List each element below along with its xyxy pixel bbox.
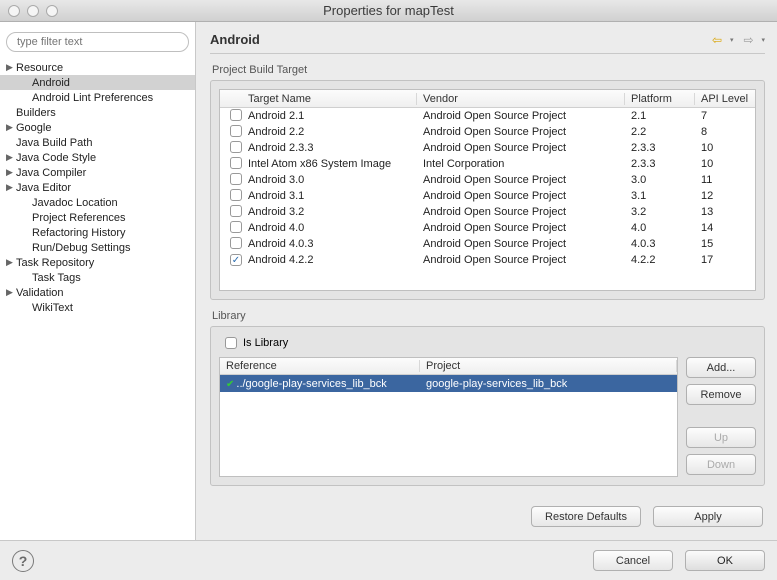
footer: ? Cancel OK — [0, 540, 777, 580]
help-icon[interactable]: ? — [12, 550, 34, 572]
ok-button[interactable]: OK — [685, 550, 765, 571]
target-checkbox[interactable] — [230, 157, 242, 169]
target-row[interactable]: Android 4.0.3Android Open Source Project… — [220, 236, 755, 252]
target-checkbox[interactable] — [230, 189, 242, 201]
col-reference[interactable]: Reference — [220, 360, 420, 372]
tree-item[interactable]: Javadoc Location — [0, 195, 195, 210]
sidebar: ▶ResourceAndroidAndroid Lint Preferences… — [0, 22, 196, 540]
tree-item[interactable]: Run/Debug Settings — [0, 240, 195, 255]
is-library-label: Is Library — [243, 337, 288, 349]
add-button[interactable]: Add... — [686, 357, 756, 378]
library-reference-table: Reference Project ✔../google-play-servic… — [219, 357, 678, 477]
category-tree[interactable]: ▶ResourceAndroidAndroid Lint Preferences… — [0, 58, 195, 317]
tree-item[interactable]: Java Build Path — [0, 135, 195, 150]
target-row[interactable]: Android 2.3.3Android Open Source Project… — [220, 140, 755, 156]
target-checkbox[interactable] — [230, 109, 242, 121]
back-menu-icon[interactable]: ▾ — [730, 36, 734, 44]
apply-button[interactable]: Apply — [653, 506, 763, 527]
page-title: Android — [210, 32, 260, 47]
filter-input[interactable] — [6, 32, 189, 52]
target-checkbox[interactable] — [230, 205, 242, 217]
tree-item[interactable]: Task Tags — [0, 270, 195, 285]
target-row[interactable]: Android 3.0Android Open Source Project3.… — [220, 172, 755, 188]
close-icon[interactable] — [8, 5, 20, 17]
col-platform[interactable]: Platform — [625, 93, 695, 105]
is-library-checkbox[interactable] — [225, 337, 237, 349]
target-checkbox[interactable] — [230, 141, 242, 153]
target-row[interactable]: Android 2.2Android Open Source Project2.… — [220, 124, 755, 140]
target-checkbox[interactable] — [230, 237, 242, 249]
target-row[interactable]: Android 3.2Android Open Source Project3.… — [220, 204, 755, 220]
tree-item[interactable]: ▶Resource — [0, 60, 195, 75]
col-api-level[interactable]: API Level — [695, 93, 755, 105]
target-checkbox[interactable] — [230, 125, 242, 137]
build-target-label: Project Build Target — [210, 64, 765, 76]
library-row[interactable]: ✔../google-play-services_lib_bckgoogle-p… — [220, 375, 677, 392]
target-row[interactable]: Intel Atom x86 System ImageIntel Corpora… — [220, 156, 755, 172]
library-label: Library — [210, 310, 765, 322]
tree-item[interactable]: Builders — [0, 105, 195, 120]
content-pane: Android ⇦ ▾ ⇨ ▾ Project Build Target Targe… — [196, 22, 777, 540]
tree-item[interactable]: ▶Validation — [0, 285, 195, 300]
target-row[interactable]: Android 3.1Android Open Source Project3.… — [220, 188, 755, 204]
col-project[interactable]: Project — [420, 360, 677, 372]
forward-menu-icon[interactable]: ▾ — [761, 36, 765, 44]
target-checkbox[interactable] — [230, 173, 242, 185]
tree-item[interactable]: Android — [0, 75, 195, 90]
tree-item[interactable]: ▶Java Code Style — [0, 150, 195, 165]
zoom-icon[interactable] — [46, 5, 58, 17]
tree-item[interactable]: Refactoring History — [0, 225, 195, 240]
restore-defaults-button[interactable]: Restore Defaults — [531, 506, 641, 527]
minimize-icon[interactable] — [27, 5, 39, 17]
tree-item[interactable]: ▶Task Repository — [0, 255, 195, 270]
cancel-button[interactable]: Cancel — [593, 550, 673, 571]
up-button[interactable]: Up — [686, 427, 756, 448]
window-title: Properties for mapTest — [0, 3, 777, 18]
target-checkbox[interactable] — [230, 254, 242, 266]
down-button[interactable]: Down — [686, 454, 756, 475]
tree-item[interactable]: Android Lint Preferences — [0, 90, 195, 105]
window-controls — [8, 5, 58, 17]
remove-button[interactable]: Remove — [686, 384, 756, 405]
target-row[interactable]: Android 4.0Android Open Source Project4.… — [220, 220, 755, 236]
tree-item[interactable]: Project References — [0, 210, 195, 225]
status-ok-icon: ✔ — [226, 379, 234, 390]
target-row[interactable]: Android 4.2.2Android Open Source Project… — [220, 252, 755, 268]
titlebar: Properties for mapTest — [0, 0, 777, 22]
target-row[interactable]: Android 2.1Android Open Source Project2.… — [220, 108, 755, 124]
col-target-name[interactable]: Target Name — [242, 93, 417, 105]
target-checkbox[interactable] — [230, 221, 242, 233]
tree-item[interactable]: WikiText — [0, 300, 195, 315]
forward-arrow-icon[interactable]: ⇨ — [739, 33, 757, 47]
tree-item[interactable]: ▶Google — [0, 120, 195, 135]
tree-item[interactable]: ▶Java Editor — [0, 180, 195, 195]
tree-item[interactable]: ▶Java Compiler — [0, 165, 195, 180]
build-target-table: Target Name Vendor Platform API Level An… — [219, 89, 756, 291]
col-vendor[interactable]: Vendor — [417, 93, 625, 105]
back-arrow-icon[interactable]: ⇦ — [708, 33, 726, 47]
